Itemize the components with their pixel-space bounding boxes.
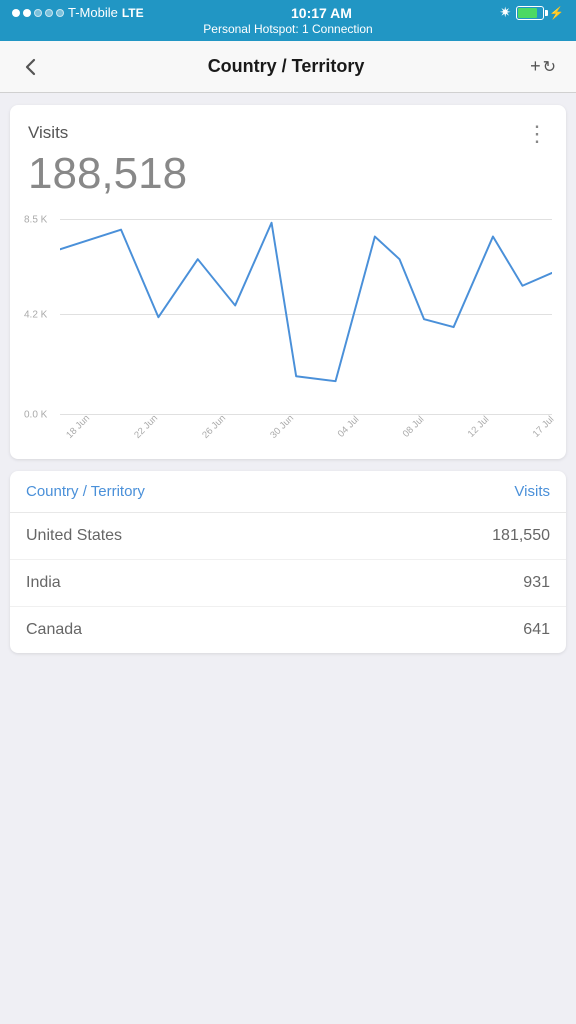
- nav-bar: Country / Territory + ↻: [0, 41, 576, 93]
- grid-label-top: 8.5 K: [24, 215, 47, 226]
- chart-line: [60, 223, 552, 381]
- main-content: Visits ⋮ 188,518 8.5 K 4.2 K 0.0 K 18 Ju…: [0, 93, 576, 665]
- col-visits-header: Visits: [514, 483, 550, 500]
- network-type-label: LTE: [122, 6, 144, 20]
- reload-icon: ↻: [543, 57, 556, 77]
- battery-icon: [516, 6, 544, 20]
- signal-dot-4: [45, 9, 53, 17]
- chart-label: Visits: [28, 123, 68, 143]
- chart-total-value: 188,518: [28, 149, 548, 199]
- back-arrow-icon: [20, 56, 42, 78]
- x-label-1: 22 Jun: [132, 413, 160, 441]
- add-icon: +: [530, 56, 541, 77]
- signal-dot-5: [56, 9, 64, 17]
- page-title: Country / Territory: [208, 56, 365, 77]
- status-bar: T-Mobile LTE 10:17 AM ✷ ⚡ Personal Hotsp…: [0, 0, 576, 41]
- table-card: Country / Territory Visits United States…: [10, 471, 566, 653]
- table-row[interactable]: India 931: [10, 560, 566, 607]
- country-name-0: United States: [26, 527, 122, 545]
- bluetooth-icon: ✷: [499, 4, 511, 21]
- x-axis-labels: 18 Jun 22 Jun 26 Jun 30 Jun 04 Jul 08 Ju…: [60, 419, 552, 449]
- x-label-5: 08 Jul: [401, 414, 427, 440]
- status-time: 10:17 AM: [291, 5, 352, 21]
- line-chart-svg: [60, 209, 552, 411]
- carrier-label: T-Mobile: [68, 5, 118, 20]
- x-label-0: 18 Jun: [64, 413, 92, 441]
- more-options-button[interactable]: ⋮: [526, 123, 548, 145]
- grid-label-mid: 4.2 K: [24, 310, 47, 321]
- x-label-7: 17 Jul: [530, 414, 556, 440]
- country-name-2: Canada: [26, 621, 82, 639]
- signal-dot-1: [12, 9, 20, 17]
- gridline-bottom: 0.0 K: [60, 414, 552, 415]
- table-header: Country / Territory Visits: [10, 471, 566, 513]
- col-country-header: Country / Territory: [26, 483, 145, 500]
- table-row[interactable]: United States 181,550: [10, 513, 566, 560]
- table-row[interactable]: Canada 641: [10, 607, 566, 653]
- country-visits-2: 641: [523, 621, 550, 639]
- signal-dot-2: [23, 9, 31, 17]
- hotspot-label: Personal Hotspot: 1 Connection: [12, 21, 564, 39]
- chart-header: Visits ⋮: [28, 123, 548, 145]
- chart-area: 8.5 K 4.2 K 0.0 K 18 Jun 22 Jun 26 Jun 3…: [24, 209, 552, 449]
- charging-icon: ⚡: [549, 6, 564, 20]
- signal-dot-3: [34, 9, 42, 17]
- refresh-button[interactable]: + ↻: [526, 48, 560, 85]
- battery-fill: [518, 8, 537, 18]
- country-visits-0: 181,550: [492, 527, 550, 545]
- signal-area: T-Mobile LTE: [12, 5, 144, 20]
- country-visits-1: 931: [523, 574, 550, 592]
- grid-label-bottom: 0.0 K: [24, 410, 47, 421]
- x-label-3: 30 Jun: [268, 413, 296, 441]
- x-label-2: 26 Jun: [200, 413, 228, 441]
- signal-dots: [12, 9, 64, 17]
- chart-card: Visits ⋮ 188,518 8.5 K 4.2 K 0.0 K 18 Ju…: [10, 105, 566, 459]
- status-icons: ✷ ⚡: [499, 4, 564, 21]
- country-name-1: India: [26, 574, 61, 592]
- x-label-4: 04 Jul: [336, 414, 362, 440]
- back-button[interactable]: [16, 48, 46, 86]
- x-label-6: 12 Jul: [465, 414, 491, 440]
